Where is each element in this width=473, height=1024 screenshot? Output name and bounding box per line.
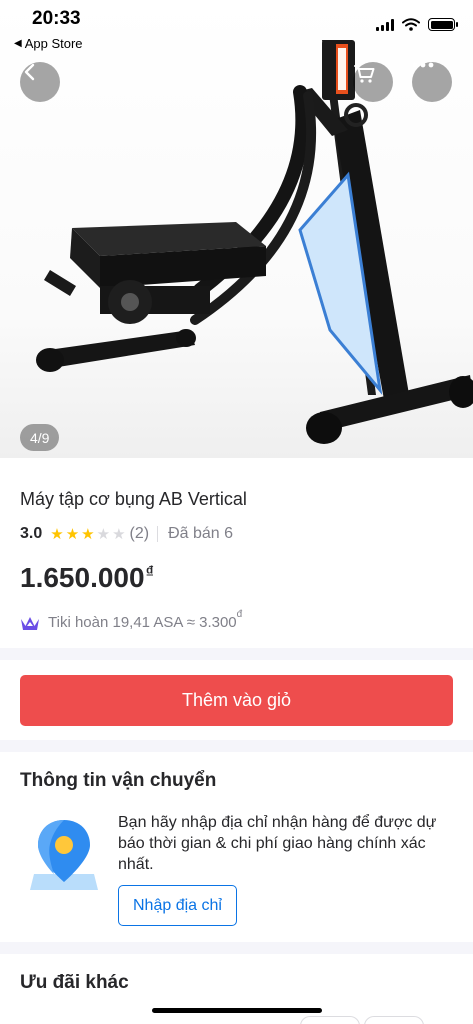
star-icon: ★ xyxy=(50,525,64,543)
more-dots-icon xyxy=(412,62,434,68)
product-title: Máy tập cơ bụng AB Vertical xyxy=(20,489,247,509)
section-divider xyxy=(0,740,473,752)
cellular-signal-icon xyxy=(376,18,394,31)
rating-stars: ★ ★ ★ ★ ★ xyxy=(50,527,125,542)
product-image xyxy=(36,40,473,444)
offer-chip[interactable] xyxy=(300,1016,360,1024)
add-to-cart-button[interactable]: Thêm vào giỏ xyxy=(20,675,453,726)
rating-value: 3.0 xyxy=(20,525,43,542)
sold-count: Đã bán 6 xyxy=(168,525,234,542)
review-count[interactable]: (2) xyxy=(130,525,150,543)
product-price: 1.650.000 ₫ xyxy=(20,562,154,594)
asa-crown-icon xyxy=(21,616,39,630)
status-bar: 20:33 ◀ App Store xyxy=(0,0,473,58)
location-pin-icon xyxy=(30,820,98,890)
cart-icon xyxy=(354,65,375,83)
shipping-info-section: Thông tin vận chuyển Bạn hãy nhập địa ch… xyxy=(0,752,473,942)
star-empty-icon: ★ xyxy=(112,525,126,543)
star-icon: ★ xyxy=(81,525,95,543)
offers-title: Ưu đãi khác xyxy=(20,972,129,993)
price-value: 1.650.000 xyxy=(20,562,145,593)
star-icon: ★ xyxy=(65,525,80,543)
status-time: 20:33 xyxy=(32,8,81,29)
image-counter: 4/9 xyxy=(20,424,60,451)
section-divider xyxy=(0,648,473,660)
back-app-label: App Store xyxy=(24,36,83,51)
back-button[interactable] xyxy=(20,62,60,102)
price-currency: ₫ xyxy=(145,564,154,581)
home-indicator[interactable] xyxy=(152,1008,322,1013)
more-options-button[interactable] xyxy=(412,62,452,102)
star-empty-icon: ★ xyxy=(96,525,111,543)
add-to-cart-section: Thêm vào giỏ xyxy=(0,660,473,740)
cashback-text: Tiki hoàn 19,41 ASA ≈ 3.300 xyxy=(48,614,237,631)
wifi-icon xyxy=(402,18,420,31)
status-icons xyxy=(376,18,458,31)
product-info: Máy tập cơ bụng AB Vertical 3.0 ★ ★ ★ ★ … xyxy=(0,458,473,648)
back-triangle-icon: ◀ xyxy=(14,38,22,49)
shipping-description: Bạn hãy nhập địa chỉ nhận hàng để được d… xyxy=(118,814,437,873)
divider xyxy=(157,526,159,542)
cashback-currency: đ xyxy=(236,609,243,620)
enter-address-button[interactable]: Nhập địa chỉ xyxy=(118,885,237,926)
product-image-gallery[interactable]: 4/9 xyxy=(0,0,473,458)
chevron-left-icon xyxy=(24,63,35,81)
asa-cashback[interactable]: Tiki hoàn 19,41 ASA ≈ 3.300đ xyxy=(20,609,242,631)
back-to-app-store[interactable]: ◀ App Store xyxy=(14,36,83,51)
other-offers-section: Ưu đãi khác xyxy=(0,954,473,1024)
shipping-title: Thông tin vận chuyển xyxy=(20,770,217,791)
battery-icon xyxy=(428,18,458,31)
offer-chip[interactable] xyxy=(364,1016,424,1024)
cart-button[interactable] xyxy=(353,62,393,102)
section-divider xyxy=(0,942,473,954)
rating-row[interactable]: 3.0 ★ ★ ★ ★ ★ (2) Đã bán 6 xyxy=(20,525,233,543)
